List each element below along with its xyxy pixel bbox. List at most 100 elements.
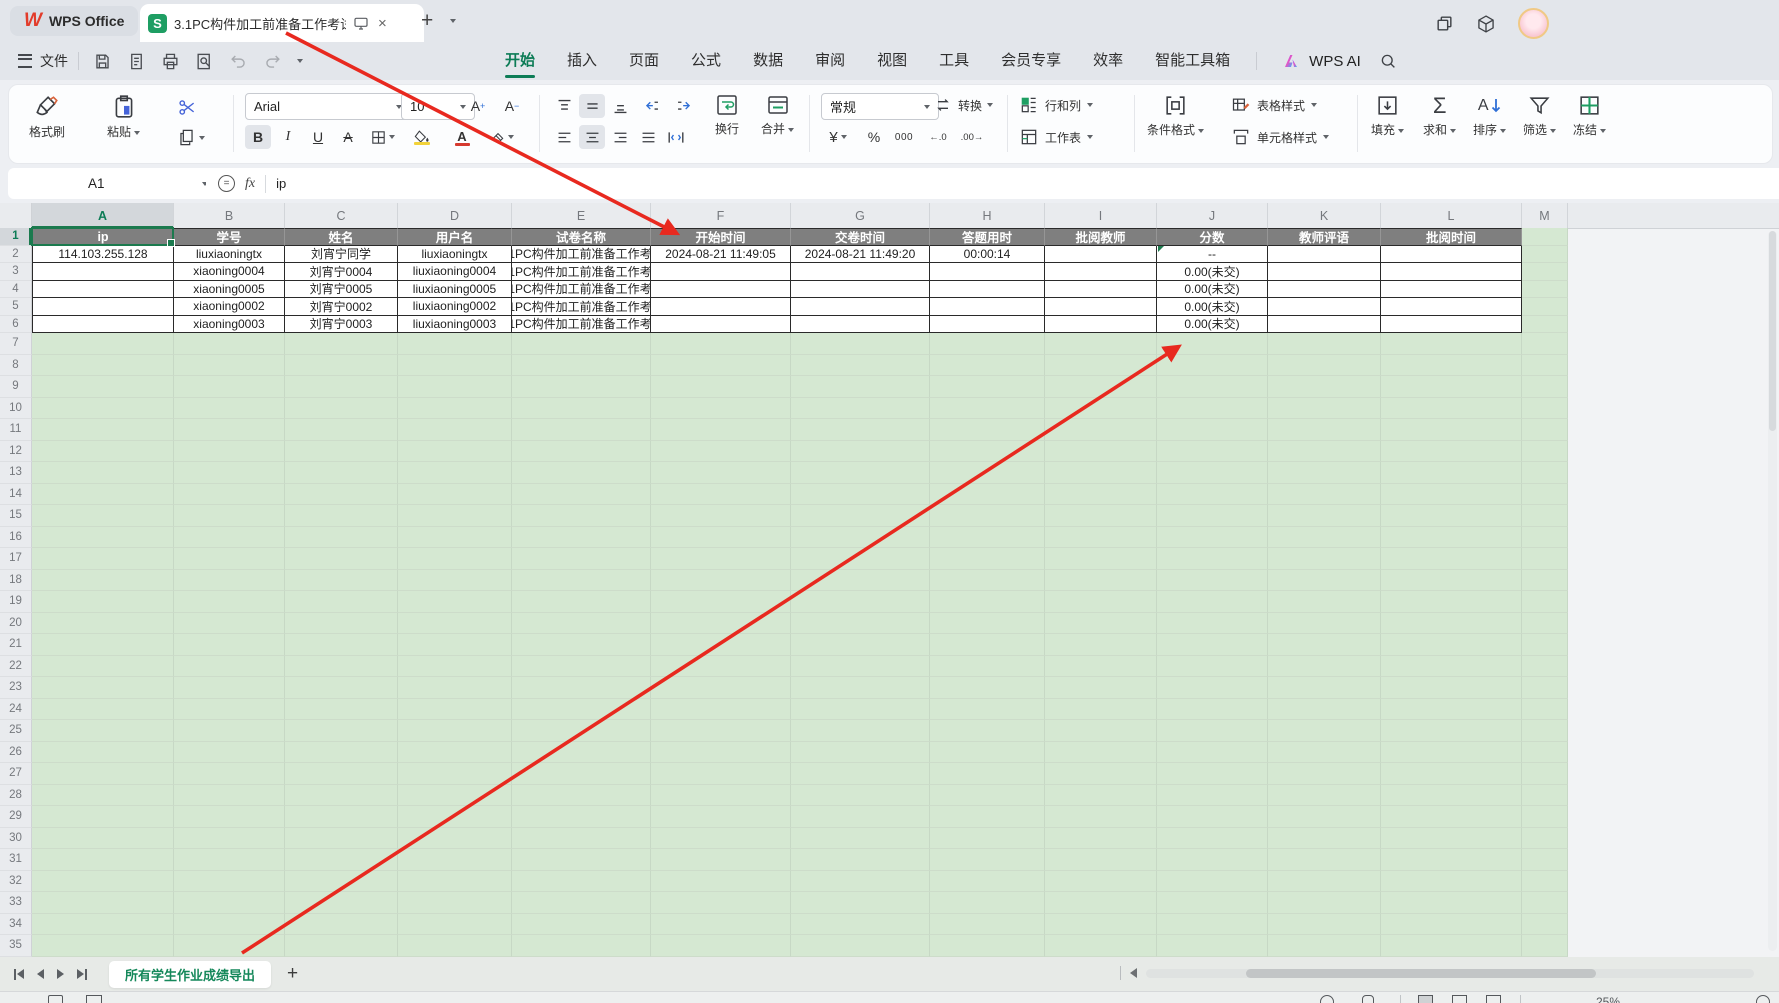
wrap-text-button[interactable]: 换行 xyxy=(715,93,739,137)
copy-button[interactable] xyxy=(177,128,205,147)
row-header-14[interactable]: 14 xyxy=(0,484,32,506)
cell-I24[interactable] xyxy=(1045,699,1157,721)
cell-C20[interactable] xyxy=(285,613,398,635)
cell-M32[interactable] xyxy=(1522,871,1568,893)
cell-G22[interactable] xyxy=(791,656,930,678)
cell-K9[interactable] xyxy=(1268,376,1381,398)
cell-M27[interactable] xyxy=(1522,763,1568,785)
cell-I27[interactable] xyxy=(1045,763,1157,785)
app-menu-chip[interactable]: W WPS Office xyxy=(10,6,138,36)
cell-A10[interactable] xyxy=(32,398,174,420)
cell-L29[interactable] xyxy=(1381,806,1522,828)
cell-J32[interactable] xyxy=(1157,871,1268,893)
menu-tab-工具[interactable]: 工具 xyxy=(923,42,985,80)
cell-J10[interactable] xyxy=(1157,398,1268,420)
thousands-separator-button[interactable]: 000 xyxy=(891,125,917,149)
row-header-29[interactable]: 29 xyxy=(0,806,32,828)
row-header-18[interactable]: 18 xyxy=(0,570,32,592)
cell-H28[interactable] xyxy=(930,785,1045,807)
underline-button[interactable]: U xyxy=(305,125,331,149)
cell-K16[interactable] xyxy=(1268,527,1381,549)
cell-F20[interactable] xyxy=(651,613,791,635)
cell-F25[interactable] xyxy=(651,720,791,742)
cell-G20[interactable] xyxy=(791,613,930,635)
cell-K6[interactable] xyxy=(1268,316,1381,334)
sheet-tab-active[interactable]: 所有学生作业成绩导出 xyxy=(109,961,271,988)
cell-I29[interactable] xyxy=(1045,806,1157,828)
horizontal-scrollbar-thumb[interactable] xyxy=(1246,969,1596,978)
cell-K10[interactable] xyxy=(1268,398,1381,420)
cell-K15[interactable] xyxy=(1268,505,1381,527)
cell-F19[interactable] xyxy=(651,591,791,613)
cell-I12[interactable] xyxy=(1045,441,1157,463)
cell-B24[interactable] xyxy=(174,699,285,721)
user-avatar[interactable] xyxy=(1518,8,1549,39)
cell-K30[interactable] xyxy=(1268,828,1381,850)
cell-F23[interactable] xyxy=(651,677,791,699)
row-header-9[interactable]: 9 xyxy=(0,376,32,398)
menu-tab-视图[interactable]: 视图 xyxy=(861,42,923,80)
cell-I22[interactable] xyxy=(1045,656,1157,678)
cell-C19[interactable] xyxy=(285,591,398,613)
cell-J33[interactable] xyxy=(1157,892,1268,914)
cell-B15[interactable] xyxy=(174,505,285,527)
print-icon[interactable] xyxy=(161,52,180,71)
cell-F16[interactable] xyxy=(651,527,791,549)
cell-L33[interactable] xyxy=(1381,892,1522,914)
cell-H4[interactable] xyxy=(930,281,1045,299)
cell-C27[interactable] xyxy=(285,763,398,785)
cell-I32[interactable] xyxy=(1045,871,1157,893)
cell-G23[interactable] xyxy=(791,677,930,699)
cell-H19[interactable] xyxy=(930,591,1045,613)
row-header-35[interactable]: 35 xyxy=(0,935,32,957)
cell-J24[interactable] xyxy=(1157,699,1268,721)
italic-button[interactable]: I xyxy=(275,125,301,149)
cell-J4[interactable]: 0.00(未交) xyxy=(1157,281,1268,299)
cell-M23[interactable] xyxy=(1522,677,1568,699)
cell-L18[interactable] xyxy=(1381,570,1522,592)
cell-I30[interactable] xyxy=(1045,828,1157,850)
cell-B30[interactable] xyxy=(174,828,285,850)
cell-F13[interactable] xyxy=(651,462,791,484)
cell-F14[interactable] xyxy=(651,484,791,506)
cell-J31[interactable] xyxy=(1157,849,1268,871)
cell-K27[interactable] xyxy=(1268,763,1381,785)
cell-G29[interactable] xyxy=(791,806,930,828)
cell-D7[interactable] xyxy=(398,333,512,355)
cell-K22[interactable] xyxy=(1268,656,1381,678)
cell-A26[interactable] xyxy=(32,742,174,764)
cell-E18[interactable] xyxy=(512,570,651,592)
cell-L4[interactable] xyxy=(1381,281,1522,299)
prev-sheet-icon[interactable] xyxy=(37,969,44,979)
quick-toolbar-chevron-icon[interactable] xyxy=(297,59,303,63)
cell-D3[interactable]: liuxiaoning0004 xyxy=(398,263,512,281)
row-header-22[interactable]: 22 xyxy=(0,656,32,678)
cell-E27[interactable] xyxy=(512,763,651,785)
cell-G7[interactable] xyxy=(791,333,930,355)
cell-G17[interactable] xyxy=(791,548,930,570)
cell-G6[interactable] xyxy=(791,316,930,334)
cell-K12[interactable] xyxy=(1268,441,1381,463)
cell-E9[interactable] xyxy=(512,376,651,398)
cell-M21[interactable] xyxy=(1522,634,1568,656)
increase-decimal-button[interactable]: .00→ xyxy=(959,125,985,149)
decrease-indent-icon[interactable] xyxy=(639,94,665,118)
cell-F12[interactable] xyxy=(651,441,791,463)
row-header-20[interactable]: 20 xyxy=(0,613,32,635)
cell-G2[interactable]: 2024-08-21 11:49:20 xyxy=(791,246,930,264)
decrease-font-icon[interactable]: A− xyxy=(499,94,525,118)
cell-E15[interactable] xyxy=(512,505,651,527)
cell-C21[interactable] xyxy=(285,634,398,656)
cell-D21[interactable] xyxy=(398,634,512,656)
cell-H25[interactable] xyxy=(930,720,1045,742)
cell-D12[interactable] xyxy=(398,441,512,463)
cell-J17[interactable] xyxy=(1157,548,1268,570)
cell-K17[interactable] xyxy=(1268,548,1381,570)
cell-D32[interactable] xyxy=(398,871,512,893)
cell-E20[interactable] xyxy=(512,613,651,635)
cell-B32[interactable] xyxy=(174,871,285,893)
cell-K13[interactable] xyxy=(1268,462,1381,484)
cell-G26[interactable] xyxy=(791,742,930,764)
strikethrough-button[interactable]: A xyxy=(335,125,361,149)
cell-I17[interactable] xyxy=(1045,548,1157,570)
